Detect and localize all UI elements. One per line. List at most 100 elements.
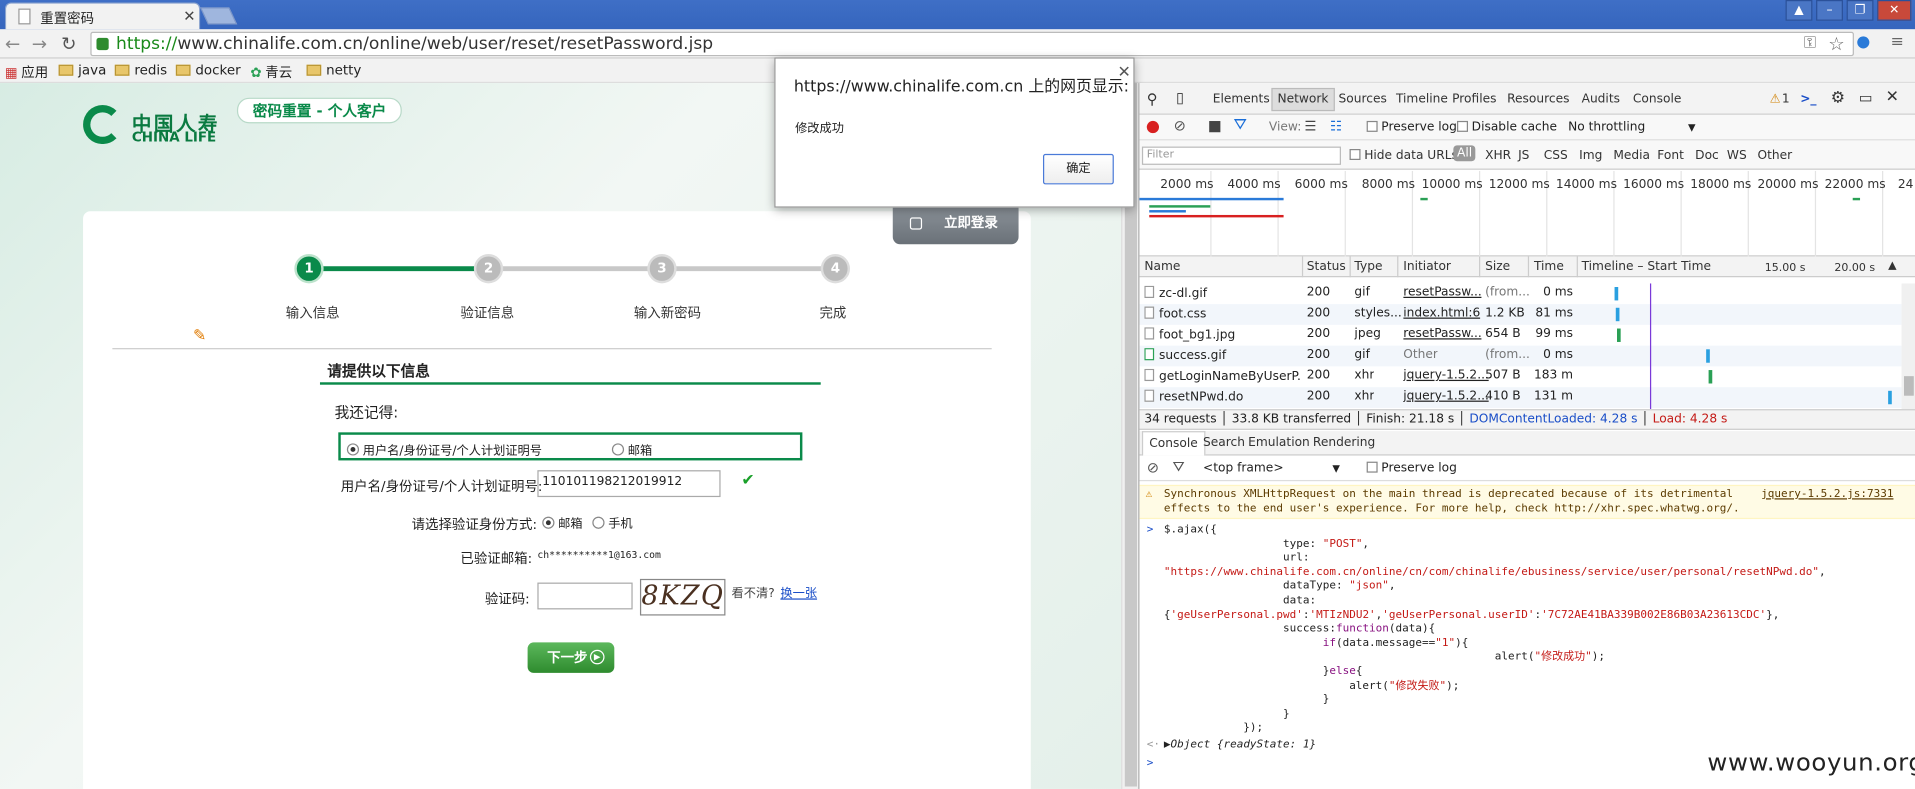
radio-id-option[interactable]: 用户名/身份证号/个人计划证明号 bbox=[346, 440, 542, 458]
filter-all[interactable]: All bbox=[1453, 145, 1476, 162]
col-initiator[interactable]: Initiator bbox=[1403, 260, 1451, 273]
star-icon[interactable]: ☆ bbox=[1828, 33, 1844, 55]
tab-console[interactable]: Console bbox=[1633, 93, 1681, 106]
search-icon[interactable]: ⚲ bbox=[1147, 90, 1158, 107]
close-window-button[interactable]: ✕ bbox=[1877, 0, 1912, 21]
row-initiator-link[interactable]: index.html:6 bbox=[1403, 307, 1480, 320]
record-icon[interactable] bbox=[1146, 120, 1160, 134]
preserve-log-checkbox[interactable]: Preserve log bbox=[1366, 120, 1457, 134]
sort-icon[interactable]: ▲ bbox=[1888, 260, 1896, 272]
tab-resources[interactable]: Resources bbox=[1507, 93, 1569, 106]
id-input[interactable]: 110101198212019912 bbox=[537, 470, 721, 498]
filter-xhr[interactable]: XHR bbox=[1485, 149, 1511, 162]
bookmark-apps[interactable]: ▦ 应用 bbox=[5, 62, 48, 82]
clear-icon[interactable]: ⊘ bbox=[1174, 117, 1186, 134]
tab-sources[interactable]: Sources bbox=[1339, 93, 1387, 106]
console-drawer-icon[interactable]: >_ bbox=[1800, 93, 1816, 106]
row-initiator-link[interactable]: resetPassw... bbox=[1403, 327, 1481, 340]
filter-js[interactable]: JS bbox=[1518, 149, 1529, 162]
bookmark-netty[interactable]: netty bbox=[306, 62, 361, 78]
disable-cache-checkbox[interactable]: Disable cache bbox=[1457, 120, 1557, 134]
drawer-tab-rendering[interactable]: Rendering bbox=[1313, 436, 1375, 449]
tab-profiles[interactable]: Profiles bbox=[1452, 93, 1496, 106]
filter-input[interactable]: Filter bbox=[1141, 146, 1341, 165]
checkbox[interactable] bbox=[1366, 120, 1378, 132]
throttling-select[interactable]: No throttling ▼ bbox=[1568, 121, 1695, 134]
radio-button[interactable] bbox=[346, 443, 360, 456]
settings-icon[interactable]: ⚙ bbox=[1831, 89, 1845, 107]
camera-icon[interactable]: ■ bbox=[1208, 117, 1222, 134]
browser-tab[interactable]: 重置密码 ✕ bbox=[4, 2, 201, 30]
filter-font[interactable]: Font bbox=[1657, 149, 1684, 162]
radio-button[interactable] bbox=[542, 516, 555, 529]
checkbox[interactable] bbox=[1349, 148, 1361, 160]
console-output[interactable]: ⚠ Synchronous XMLHttpRequest on the main… bbox=[1139, 482, 1915, 789]
radio-button[interactable] bbox=[611, 443, 625, 456]
filter-other[interactable]: Other bbox=[1757, 149, 1792, 162]
hide-data-urls-checkbox[interactable]: Hide data URLs bbox=[1349, 148, 1458, 162]
close-icon[interactable]: ✕ bbox=[1886, 88, 1899, 106]
col-status[interactable]: Status bbox=[1307, 260, 1346, 273]
row-initiator-link[interactable]: jquery-1.5.2... bbox=[1403, 369, 1489, 382]
list-view-icon[interactable]: ☰ bbox=[1304, 118, 1316, 134]
tab-network[interactable]: Network bbox=[1271, 87, 1335, 112]
filter-doc[interactable]: Doc bbox=[1695, 149, 1719, 162]
user-icon[interactable]: ▲ bbox=[1785, 0, 1813, 21]
next-button[interactable]: 下一步 ▶ bbox=[527, 642, 615, 673]
restore-button[interactable]: ❐ bbox=[1846, 0, 1874, 21]
verify-email-option[interactable]: 邮箱 bbox=[542, 513, 583, 531]
network-overview[interactable]: 2000 ms 4000 ms 6000 ms 8000 ms 10000 ms… bbox=[1139, 170, 1915, 257]
frame-select[interactable]: <top frame> ▼ bbox=[1203, 462, 1340, 475]
menu-icon[interactable]: ≡ bbox=[1891, 33, 1904, 51]
tab-elements[interactable]: Elements bbox=[1213, 93, 1270, 106]
captcha-refresh-link[interactable]: 换一张 bbox=[780, 583, 817, 600]
bookmark-redis[interactable]: redis bbox=[114, 62, 167, 78]
close-icon[interactable]: ✕ bbox=[1117, 64, 1130, 82]
table-row[interactable]: getLoginNameByUserP... 200 xhr jquery-1.… bbox=[1139, 366, 1901, 387]
radio-email-option[interactable]: 邮箱 bbox=[611, 440, 652, 458]
reload-icon[interactable]: ↻ bbox=[61, 33, 76, 55]
captcha-input[interactable] bbox=[537, 582, 633, 610]
row-initiator-link[interactable]: jquery-1.5.2... bbox=[1403, 390, 1489, 403]
tab-timeline[interactable]: Timeline bbox=[1396, 93, 1448, 106]
filter-img[interactable]: Img bbox=[1579, 149, 1602, 162]
filter-icon[interactable]: ⛛ bbox=[1172, 458, 1184, 476]
col-size[interactable]: Size bbox=[1485, 260, 1510, 273]
extension-icon[interactable]: ● bbox=[1856, 33, 1870, 51]
key-icon[interactable]: ⚿ bbox=[1804, 34, 1816, 52]
table-row[interactable]: foot.css 200 styles... index.html:6 1.2 … bbox=[1139, 304, 1902, 325]
radio-button[interactable] bbox=[592, 516, 605, 529]
checkbox[interactable] bbox=[1457, 120, 1469, 132]
verify-phone-option[interactable]: 手机 bbox=[592, 513, 633, 531]
console-result[interactable]: ▶Object {readyState: 1} bbox=[1164, 739, 1316, 751]
back-icon[interactable]: ← bbox=[5, 33, 20, 55]
table-row[interactable]: success.gif 200 gif Other (from... 0 ms bbox=[1139, 345, 1902, 367]
warning-icon[interactable]: ⚠ bbox=[1770, 93, 1781, 106]
minimize-button[interactable]: – bbox=[1816, 0, 1843, 21]
clear-console-icon[interactable]: ⊘ bbox=[1147, 459, 1159, 476]
network-scrollbar[interactable] bbox=[1901, 283, 1915, 410]
new-tab-button[interactable] bbox=[199, 7, 238, 25]
bookmark-qingyun[interactable]: ✿ 青云 bbox=[250, 62, 292, 82]
filter-media[interactable]: Media bbox=[1613, 149, 1650, 162]
col-name[interactable]: Name bbox=[1144, 260, 1180, 273]
drawer-tab-emulation[interactable]: Emulation bbox=[1248, 436, 1310, 449]
row-initiator-link[interactable]: resetPassw... bbox=[1403, 286, 1481, 299]
waterfall-view-icon[interactable]: ☷ bbox=[1330, 118, 1342, 134]
dock-icon[interactable]: ▭ bbox=[1859, 89, 1873, 106]
col-type[interactable]: Type bbox=[1354, 260, 1382, 273]
captcha-image[interactable]: 8KZQ bbox=[639, 578, 726, 616]
tab-audits[interactable]: Audits bbox=[1582, 93, 1620, 106]
col-timeline[interactable]: Timeline – Start Time bbox=[1582, 260, 1711, 273]
bookmark-docker[interactable]: docker bbox=[175, 62, 241, 78]
table-row[interactable]: resetNPwd.do 200 xhr jquery-1.5.2... 410… bbox=[1139, 387, 1902, 408]
checkbox[interactable] bbox=[1366, 461, 1378, 473]
login-button[interactable]: 立即登录 bbox=[892, 207, 1019, 245]
console-preserve-log[interactable]: Preserve log bbox=[1366, 461, 1457, 475]
table-row[interactable]: zc-dl.gif 200 gif resetPassw... (from...… bbox=[1139, 283, 1901, 304]
warning-source-link[interactable]: jquery-1.5.2.js:7331 bbox=[1761, 489, 1893, 501]
close-tab-icon[interactable]: ✕ bbox=[183, 7, 195, 24]
scrollbar-thumb[interactable] bbox=[1904, 376, 1914, 396]
drawer-tab-search[interactable]: Search bbox=[1203, 436, 1245, 449]
bookmark-java[interactable]: java bbox=[58, 62, 106, 78]
